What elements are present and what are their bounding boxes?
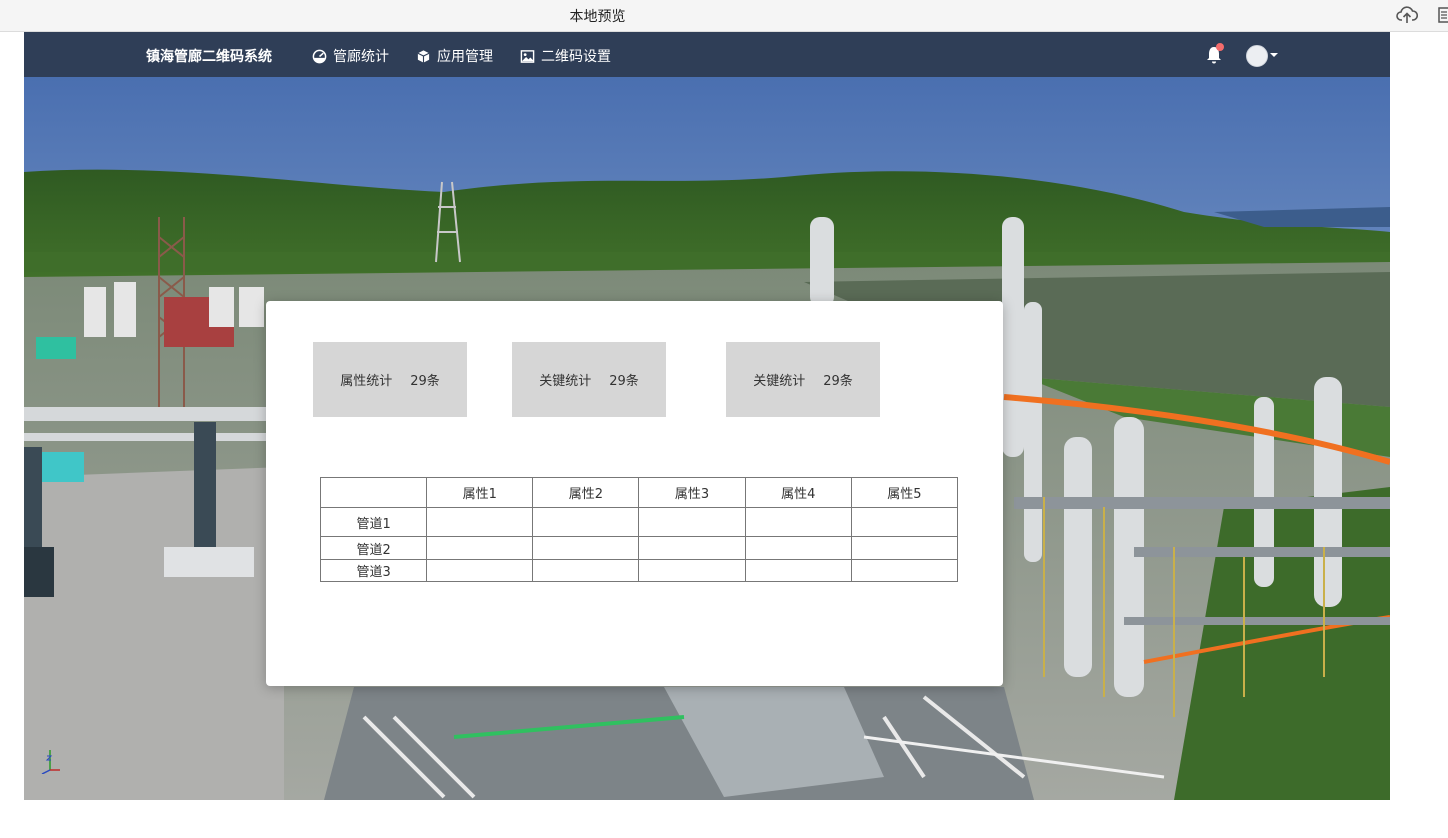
nav-item-app-management[interactable]: 应用管理 [416, 46, 493, 66]
table-header-cell: 属性2 [532, 477, 640, 508]
table-row[interactable]: 管道2 [319, 536, 959, 560]
table-cell [426, 559, 534, 582]
table-cell [850, 536, 959, 560]
row-name: 管道3 [319, 559, 428, 582]
table-cell [426, 536, 534, 560]
table-row[interactable]: 管道3 [319, 559, 959, 582]
table-cell [850, 559, 959, 582]
plant-3d-scene[interactable]: 属性统计 29条 关键统计 29条 关键统计 29条 属性1 属性2 属性3 属… [24, 77, 1390, 800]
document-icon[interactable] [1438, 7, 1448, 23]
nav-item-label: 管廊统计 [333, 49, 389, 65]
table-cell [744, 559, 852, 582]
nav-item-qrcode-settings[interactable]: 二维码设置 [520, 46, 611, 66]
table-cell [638, 536, 746, 560]
nav-item-label: 二维码设置 [541, 49, 611, 65]
stat-card-label: 关键统计 [753, 374, 806, 389]
stat-card-value: 29条 [609, 374, 639, 389]
table-header-cell: 属性5 [850, 477, 959, 508]
table-cell [532, 536, 640, 560]
table-row[interactable]: 管道1 [319, 507, 959, 537]
statistics-panel: 属性统计 29条 关键统计 29条 关键统计 29条 属性1 属性2 属性3 属… [266, 301, 1003, 686]
stat-card-key-2[interactable]: 关键统计 29条 [726, 342, 880, 417]
table-cell [744, 536, 852, 560]
app-brand[interactable]: 镇海管廊二维码系统 [146, 46, 272, 66]
table-header-row: 属性1 属性2 属性3 属性4 属性5 [319, 477, 959, 508]
image-icon [520, 49, 535, 63]
table-header-cell: 属性1 [426, 477, 534, 508]
table-cell [532, 559, 640, 582]
row-name: 管道1 [319, 507, 428, 537]
stat-card-value: 29条 [823, 374, 853, 389]
table-header-cell [319, 477, 428, 508]
table-cell [638, 559, 746, 582]
row-name: 管道2 [319, 536, 428, 560]
cloud-upload-icon[interactable] [1396, 5, 1418, 25]
table-cell [426, 507, 534, 537]
user-avatar-icon[interactable] [1246, 45, 1268, 67]
table-cell [744, 507, 852, 537]
axis-gizmo-icon [41, 750, 60, 774]
table-header-cell: 属性3 [638, 477, 746, 508]
preview-title: 本地预览 [569, 9, 626, 25]
notification-badge [1216, 43, 1224, 51]
chevron-down-icon[interactable] [1270, 53, 1278, 57]
table-cell [638, 507, 746, 537]
app-window: 镇海管廊二维码系统 管廊统计 应用管理 二维码设置 属性统计 29条 关键统计 … [24, 32, 1390, 800]
pipe-attribute-table: 属性1 属性2 属性3 属性4 属性5 管道1 管道2 管道3 [319, 477, 959, 582]
stat-card-attributes[interactable]: 属性统计 29条 [313, 342, 467, 417]
table-cell [532, 507, 640, 537]
dashboard-icon [312, 49, 327, 63]
preview-title-bar: 本地预览 [0, 0, 1448, 32]
stat-card-value: 29条 [410, 374, 440, 389]
top-navbar: 镇海管廊二维码系统 管廊统计 应用管理 二维码设置 [24, 32, 1390, 77]
stat-card-key[interactable]: 关键统计 29条 [512, 342, 666, 417]
stat-card-label: 属性统计 [340, 374, 393, 389]
table-cell [850, 507, 959, 537]
nav-item-label: 应用管理 [437, 49, 493, 65]
table-header-cell: 属性4 [744, 477, 852, 508]
nav-item-corridor-stats[interactable]: 管廊统计 [312, 46, 389, 66]
stat-card-label: 关键统计 [539, 374, 592, 389]
cube-icon [417, 49, 430, 63]
